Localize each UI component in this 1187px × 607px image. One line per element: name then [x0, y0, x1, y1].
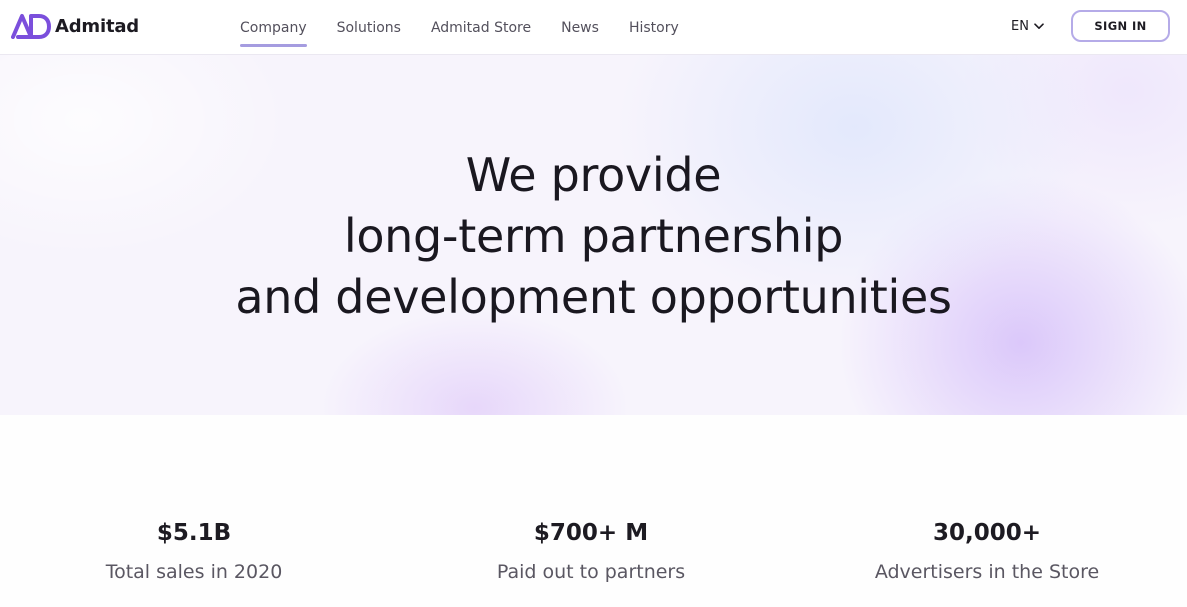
stat-total-sales: $5.1B Total sales in 2020 [29, 518, 359, 584]
stat-label: Advertisers in the Store [874, 561, 1100, 583]
nav-item-admitad-store[interactable]: Admitad Store [431, 18, 531, 38]
hero-title: We provide long-term partnership and dev… [0, 145, 1187, 328]
language-selector[interactable]: EN [1011, 16, 1044, 36]
stat-value: $700+ M [533, 520, 649, 546]
main-nav: Company Solutions Admitad Store News His… [240, 0, 679, 55]
chevron-down-icon [1034, 22, 1044, 29]
nav-item-news[interactable]: News [561, 18, 599, 38]
stat-value: $5.1B [156, 520, 232, 546]
nav-item-solutions[interactable]: Solutions [337, 18, 401, 38]
site-header: Admitad Company Solutions Admitad Store … [0, 0, 1187, 55]
hero-title-line: We provide [465, 148, 722, 202]
hero-title-line: long-term partnership [343, 209, 844, 263]
stat-label: Paid out to partners [496, 561, 686, 583]
brand-logo[interactable]: Admitad [11, 13, 139, 39]
stat-advertisers: 30,000+ Advertisers in the Store [822, 518, 1152, 584]
stat-value: 30,000+ [932, 520, 1042, 546]
stat-paid-out: $700+ M Paid out to partners [426, 518, 756, 584]
stat-label: Total sales in 2020 [105, 561, 283, 583]
brand-name: Admitad [55, 15, 139, 37]
nav-item-history[interactable]: History [629, 18, 679, 38]
language-code: EN [1011, 18, 1029, 34]
sign-in-button[interactable]: SIGN IN [1071, 10, 1170, 42]
nav-item-company[interactable]: Company [240, 18, 307, 47]
hero-section: We provide long-term partnership and dev… [0, 55, 1187, 415]
stats-section: $5.1B Total sales in 2020 $700+ M Paid o… [0, 415, 1187, 607]
admitad-logo-icon [11, 14, 51, 39]
hero-title-line: and development opportunities [235, 270, 952, 324]
